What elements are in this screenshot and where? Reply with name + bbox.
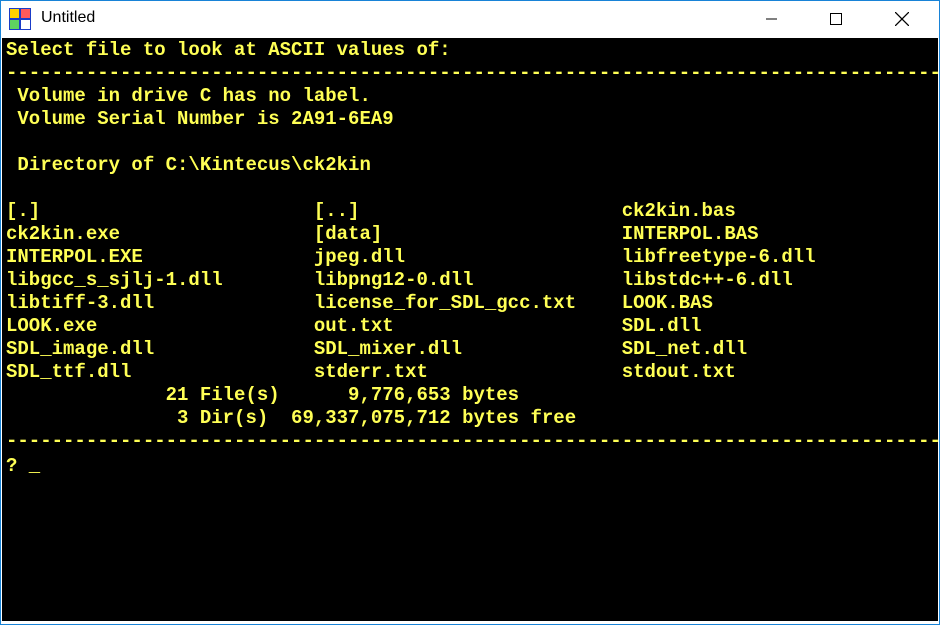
separator-line: ----------------------------------------… [6,62,940,84]
qb64-icon[interactable] [9,8,31,30]
file-list-row: SDL_ttf.dll stderr.txt stdout.txt [6,361,736,383]
separator-line: ----------------------------------------… [6,430,940,452]
file-list-row: INTERPOL.EXE jpeg.dll libfreetype-6.dll [6,246,816,268]
input-prompt[interactable]: ? _ [6,456,40,476]
file-list-row: [.] [..] ck2kin.bas [6,200,736,222]
console-area[interactable]: Select file to look at ASCII values of: … [2,38,940,621]
title-bar[interactable]: Untitled [1,1,939,37]
close-icon [895,12,909,26]
volume-label-line: Volume in drive C has no label. [6,85,371,107]
file-count-summary: 21 File(s) 9,776,653 bytes [6,384,520,406]
volume-serial-line: Volume Serial Number is 2A91-6EA9 [6,108,394,130]
directory-line: Directory of C:\Kintecus\ck2kin [6,154,371,176]
file-list-row: LOOK.exe out.txt SDL.dll [6,315,702,337]
minimize-icon [766,18,777,20]
close-button[interactable] [879,1,925,37]
prompt-heading: Select file to look at ASCII values of: [6,39,451,61]
file-list-row: libtiff-3.dll license_for_SDL_gcc.txt LO… [6,292,713,314]
minimize-button[interactable] [749,1,795,37]
window-title: Untitled [41,9,96,26]
file-list-row: ck2kin.exe [data] INTERPOL.BAS [6,223,759,245]
file-list-row: libgcc_s_sjlj-1.dll libpng12-0.dll libst… [6,269,793,291]
maximize-button[interactable] [813,1,859,37]
file-list-row: SDL_image.dll SDL_mixer.dll SDL_net.dll [6,338,748,360]
maximize-icon [830,13,842,25]
dir-count-summary: 3 Dir(s) 69,337,075,712 bytes free [6,407,577,429]
app-window: Untitled Select file to look at ASCII va… [0,0,940,625]
